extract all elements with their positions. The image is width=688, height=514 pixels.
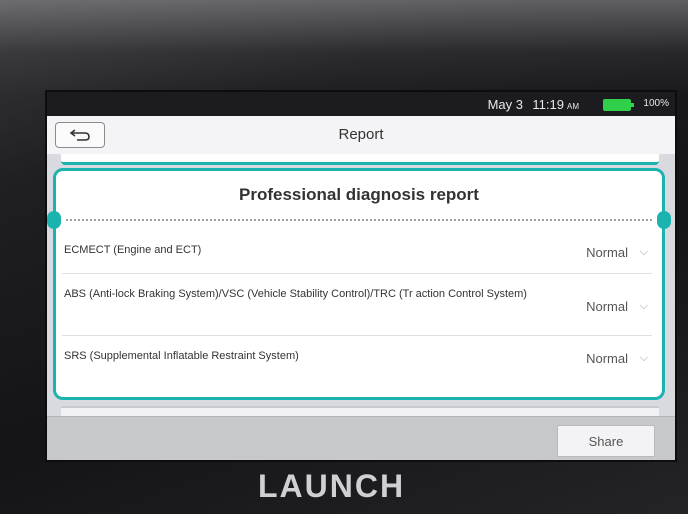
diagnosis-report-card: Professional diagnosis report ECMECT (En… [47, 168, 671, 400]
card-notch-left [47, 211, 61, 229]
system-name: SRS (Supplemental Inflatable Restraint S… [64, 350, 299, 362]
status-date: May 3 [487, 97, 523, 112]
device-glare [0, 0, 688, 95]
chevron-down-icon[interactable]: ⌵ [640, 300, 648, 313]
battery-icon [603, 99, 634, 111]
status-time: 11:19 AM [532, 97, 579, 112]
report-content[interactable]: Professional diagnosis report ECMECT (En… [47, 154, 675, 428]
battery-percentage: 100% [643, 98, 669, 109]
system-name: ECMECT (Engine and ECT) [64, 244, 202, 256]
previous-card [61, 154, 659, 165]
system-status: Normal [586, 351, 628, 366]
system-status: Normal [586, 245, 628, 260]
system-name: ABS (Anti-lock Braking System)/VSC (Vehi… [64, 288, 527, 300]
system-status: Normal [586, 299, 628, 314]
launch-logo: LAUNCH [258, 468, 406, 504]
system-row[interactable]: ECMECT (Engine and ECT) Normal ⌵ [62, 229, 652, 274]
report-title: Professional diagnosis report [239, 185, 479, 204]
status-ampm: AM [567, 102, 579, 111]
chevron-down-icon[interactable]: ⌵ [640, 352, 648, 365]
status-bar: May 3 11:19 AM 100% [47, 92, 675, 116]
chevron-down-icon[interactable]: ⌵ [640, 246, 648, 259]
status-time-value: 11:19 [532, 97, 564, 112]
dotted-separator [66, 219, 652, 221]
bottom-bar: Share [47, 416, 675, 460]
system-row[interactable]: ABS (Anti-lock Braking System)/VSC (Vehi… [62, 273, 652, 336]
header: Report [47, 116, 675, 155]
card-notch-right [657, 211, 671, 229]
page-title: Report [338, 126, 384, 143]
system-row[interactable]: SRS (Supplemental Inflatable Restraint S… [62, 335, 652, 381]
share-button[interactable]: Share [557, 425, 655, 457]
screen: May 3 11:19 AM 100% Report Professional d… [47, 92, 675, 460]
